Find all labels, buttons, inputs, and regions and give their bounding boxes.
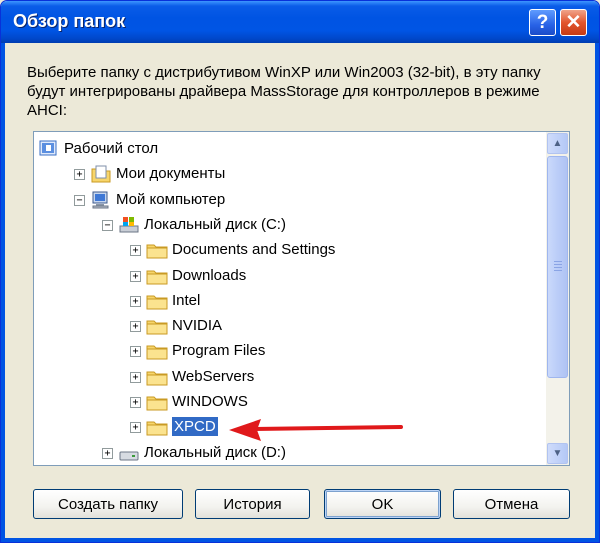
tree-item[interactable]: + WebServers <box>34 365 544 390</box>
expand-icon[interactable]: + <box>130 397 141 408</box>
title-bar[interactable]: Обзор папок ? ✕ <box>1 1 599 43</box>
new-folder-button[interactable]: Создать папку <box>33 489 183 519</box>
folder-icon <box>146 367 168 387</box>
tree-item-label: Documents and Settings <box>172 241 336 259</box>
tree-item-label: Рабочий стол <box>64 140 159 157</box>
tree-item-label: Локальный диск (C:) <box>144 215 286 233</box>
expand-icon[interactable]: + <box>74 169 85 181</box>
ok-button[interactable]: OK <box>324 489 441 519</box>
tree-item-label: WINDOWS <box>172 393 248 410</box>
tree-item[interactable]: + Intel <box>34 289 544 314</box>
tree-item-label: NVIDIA <box>172 317 223 335</box>
expand-icon[interactable]: + <box>130 422 141 434</box>
tree-item[interactable]: + NVIDIA <box>34 314 544 339</box>
help-button[interactable]: ? <box>529 9 556 36</box>
folder-icon <box>146 392 168 412</box>
tree-item-label: Program Files <box>172 342 266 360</box>
red-arrow-annotation <box>229 419 403 441</box>
vertical-scrollbar[interactable]: ▲ ▼ <box>546 132 569 465</box>
tree-item-label: Downloads <box>172 266 247 284</box>
tree-item-label: Мои документы <box>116 165 226 183</box>
window-border-right <box>595 43 599 542</box>
tree-item[interactable]: + Documents and Settings <box>34 238 544 263</box>
tree-item-label: WebServers <box>172 367 255 385</box>
drive-icon <box>118 443 140 463</box>
tree-item[interactable]: Рабочий стол <box>34 137 544 162</box>
expand-icon[interactable]: + <box>130 270 141 282</box>
tree-item[interactable]: − Мой компьютер <box>34 188 544 213</box>
scrollbar-thumb[interactable] <box>547 156 568 378</box>
browse-folder-dialog: Обзор папок ? ✕ Выберите папку с дистриб… <box>0 0 600 543</box>
expand-icon[interactable]: + <box>130 245 141 257</box>
tree-item[interactable]: − Локальный диск (C:) <box>34 213 544 238</box>
close-button[interactable]: ✕ <box>560 9 587 36</box>
tree-item-label: Мой компьютер <box>116 190 226 208</box>
folder-icon <box>146 417 168 437</box>
my-documents-icon <box>90 164 112 184</box>
window-border-bottom <box>1 538 599 542</box>
tree-item[interactable]: + Downloads <box>34 264 544 289</box>
tree-item[interactable]: + WINDOWS <box>34 390 544 415</box>
cancel-button[interactable]: Отмена <box>453 489 570 519</box>
folder-icon <box>146 266 168 286</box>
expand-icon[interactable]: + <box>102 447 113 459</box>
tree-item-label: XPCD <box>172 417 218 437</box>
window-border-left <box>1 43 5 542</box>
tree-item[interactable]: + Program Files <box>34 339 544 364</box>
window-title: Обзор папок <box>13 11 126 31</box>
tree-item[interactable]: + Мои документы <box>34 162 544 187</box>
folder-icon <box>146 341 168 361</box>
collapse-icon[interactable]: − <box>102 219 113 231</box>
expand-icon[interactable]: + <box>130 371 141 383</box>
folder-icon <box>146 291 168 311</box>
collapse-icon[interactable]: − <box>74 194 85 206</box>
expand-icon[interactable]: + <box>130 295 141 307</box>
expand-icon[interactable]: + <box>130 321 141 333</box>
scroll-up-button[interactable]: ▲ <box>547 133 568 154</box>
instruction-text: Выберите папку с дистрибутивом WinXP или… <box>27 64 541 119</box>
my-computer-icon <box>90 190 112 210</box>
tree-item-label: Intel <box>172 291 201 309</box>
history-button[interactable]: История <box>195 489 310 519</box>
desktop-icon <box>38 139 60 159</box>
folder-icon <box>146 316 168 336</box>
local-disk-icon <box>118 215 140 235</box>
folder-icon <box>146 240 168 260</box>
scroll-down-button[interactable]: ▼ <box>547 443 568 464</box>
expand-icon[interactable]: + <box>130 346 141 358</box>
